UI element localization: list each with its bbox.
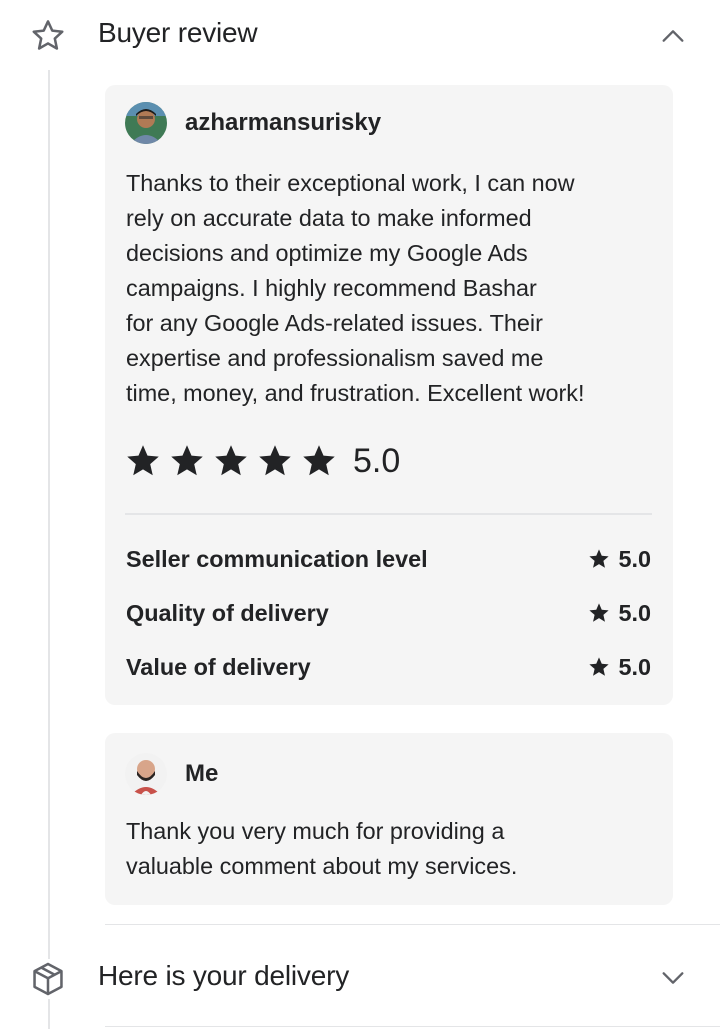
sub-rating-label: Quality of delivery xyxy=(126,599,329,626)
reply-card: Me Thank you very much for providing a v… xyxy=(105,733,673,905)
sub-rating-value: 5.0 xyxy=(618,599,651,626)
sub-rating-row: Value of delivery 5.0 xyxy=(126,650,651,684)
star-icon xyxy=(303,445,335,476)
sub-rating-score: 5.0 xyxy=(588,654,651,681)
sub-rating-score: 5.0 xyxy=(588,546,651,573)
star-outline-icon xyxy=(28,16,68,56)
sub-rating-value: 5.0 xyxy=(618,653,651,680)
divider xyxy=(105,1026,720,1027)
review-author-name[interactable]: azharmansurisky xyxy=(185,109,381,137)
avatar[interactable] xyxy=(125,753,167,795)
overall-rating: 5.0 xyxy=(125,440,400,482)
order-timeline: Buyer review azharmansurisky Thanks to t… xyxy=(0,0,720,1029)
star-icon xyxy=(589,657,610,676)
star-icon xyxy=(215,445,247,476)
reply-author-name[interactable]: Me xyxy=(185,760,218,788)
package-icon xyxy=(28,959,68,999)
star-icon xyxy=(259,445,291,476)
reply-text: Thank you very much for providing a valu… xyxy=(126,814,661,884)
divider xyxy=(125,513,652,515)
review-text-line: for any Google Ads-related issues. Their xyxy=(126,310,543,336)
section-title: Buyer review xyxy=(98,17,258,48)
review-text-line: Thanks to their exceptional work, I can … xyxy=(126,170,575,196)
star-icon xyxy=(589,549,610,568)
delivery-header[interactable]: Here is your delivery xyxy=(0,940,720,1010)
review-author-row: azharmansurisky xyxy=(125,102,381,144)
divider xyxy=(105,924,720,925)
review-text-line: expertise and professionalism saved me xyxy=(126,345,544,371)
star-icon xyxy=(171,445,203,476)
chevron-up-icon[interactable] xyxy=(656,19,690,53)
sub-rating-label: Value of delivery xyxy=(126,653,311,680)
star-icon xyxy=(589,603,610,622)
sub-rating-score: 5.0 xyxy=(588,600,651,627)
sub-rating-row: Quality of delivery 5.0 xyxy=(126,596,651,630)
star-icon xyxy=(127,445,159,476)
avatar[interactable] xyxy=(125,102,167,144)
sub-rating-row: Seller communication level 5.0 xyxy=(126,542,651,576)
overall-rating-value: 5.0 xyxy=(353,441,401,480)
sub-rating-label: Seller communication level xyxy=(126,545,428,572)
reply-text-line: valuable comment about my services. xyxy=(126,853,518,879)
section-title: Here is your delivery xyxy=(98,960,349,991)
reply-text-line: Thank you very much for providing a xyxy=(126,818,505,844)
review-text-line: time, money, and frustration. Excellent … xyxy=(126,380,585,406)
chevron-down-icon[interactable] xyxy=(656,961,690,995)
review-text-line: campaigns. I highly recommend Bashar xyxy=(126,275,537,301)
reply-author-row: Me xyxy=(125,753,218,795)
review-text-line: rely on accurate data to make informed xyxy=(126,205,532,231)
sub-rating-value: 5.0 xyxy=(618,545,651,572)
review-card: azharmansurisky Thanks to their exceptio… xyxy=(105,85,673,705)
buyer-review-header[interactable]: Buyer review xyxy=(0,0,720,70)
review-text: Thanks to their exceptional work, I can … xyxy=(126,166,661,411)
review-text-line: decisions and optimize my Google Ads xyxy=(126,240,528,266)
timeline-line xyxy=(48,70,50,1029)
